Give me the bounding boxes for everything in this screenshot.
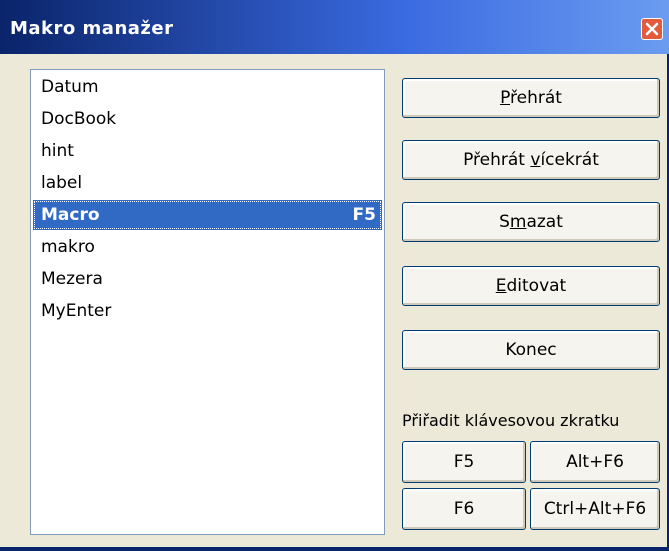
edit-button-label: Editovat bbox=[495, 276, 567, 296]
close-button-label: Konec bbox=[505, 340, 557, 360]
macro-name: makro bbox=[41, 237, 95, 257]
macro-shortcut: F5 bbox=[352, 205, 376, 225]
list-item[interactable]: MyEnter bbox=[33, 296, 382, 326]
macro-list[interactable]: Datum DocBook hint label Macro F5 makro … bbox=[30, 69, 385, 535]
play-multiple-button[interactable]: Přehrát vícekrát bbox=[402, 140, 660, 180]
shortcut-ctrl-alt-f6-button[interactable]: Ctrl+Alt+F6 bbox=[530, 488, 660, 530]
macro-name: MyEnter bbox=[41, 301, 112, 321]
shortcut-f6-label: F6 bbox=[453, 499, 475, 519]
close-window-button[interactable] bbox=[641, 18, 663, 40]
title-bar[interactable]: Makro manažer bbox=[0, 0, 669, 54]
close-button[interactable]: Konec bbox=[402, 330, 660, 370]
list-item[interactable]: DocBook bbox=[33, 104, 382, 134]
shortcut-ctrl-alt-f6-label: Ctrl+Alt+F6 bbox=[543, 499, 647, 519]
play-multiple-button-label: Přehrát vícekrát bbox=[463, 150, 599, 170]
macro-manager-window: Makro manažer Datum DocBook hint label M… bbox=[0, 0, 669, 551]
play-button-label: Přehrát bbox=[500, 88, 562, 108]
edit-button[interactable]: Editovat bbox=[402, 266, 660, 306]
list-item-selected[interactable]: Macro F5 bbox=[33, 200, 382, 230]
shortcut-f6-button[interactable]: F6 bbox=[402, 488, 526, 530]
list-item[interactable]: Mezera bbox=[33, 264, 382, 294]
macro-name: DocBook bbox=[41, 109, 117, 129]
play-button[interactable]: Přehrát bbox=[402, 78, 660, 118]
shortcut-alt-f6-label: Alt+F6 bbox=[566, 452, 624, 472]
list-item[interactable]: hint bbox=[33, 136, 382, 166]
macro-name: Datum bbox=[41, 77, 99, 97]
macro-name: Macro bbox=[41, 205, 100, 225]
macro-name: label bbox=[41, 173, 83, 193]
window-title: Makro manažer bbox=[10, 18, 174, 39]
macro-name: hint bbox=[41, 141, 74, 161]
shortcut-f5-label: F5 bbox=[453, 452, 475, 472]
shortcut-alt-f6-button[interactable]: Alt+F6 bbox=[530, 441, 660, 483]
delete-button-label: Smazat bbox=[499, 212, 563, 232]
macro-name: Mezera bbox=[41, 269, 103, 289]
list-item[interactable]: makro bbox=[33, 232, 382, 262]
delete-button[interactable]: Smazat bbox=[402, 202, 660, 242]
list-item[interactable]: label bbox=[33, 168, 382, 198]
assign-shortcut-label: Přiřadit klávesovou zkratku bbox=[402, 411, 620, 430]
list-item[interactable]: Datum bbox=[33, 72, 382, 102]
window-bottom-border bbox=[0, 547, 669, 551]
shortcut-f5-button[interactable]: F5 bbox=[402, 441, 526, 483]
